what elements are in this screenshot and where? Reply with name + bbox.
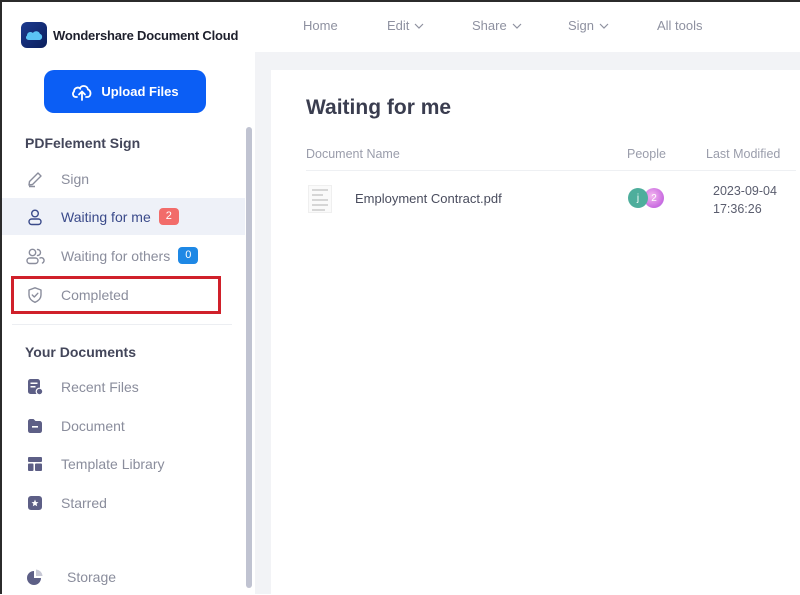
- sidebar: Wondershare Document Cloud Upload Files …: [0, 0, 255, 594]
- cloud-logo-icon: [21, 22, 47, 48]
- nav-all-tools[interactable]: All tools: [657, 18, 703, 33]
- nav-sign[interactable]: Sign: [568, 18, 609, 33]
- sidebar-item-sign[interactable]: Sign: [0, 160, 245, 197]
- documents-section-title: Your Documents: [25, 344, 136, 360]
- sidebar-item-label: Starred: [61, 494, 107, 511]
- brand-name: Wondershare Document Cloud: [53, 27, 239, 43]
- folder-icon: [25, 416, 45, 436]
- brand[interactable]: Wondershare Document Cloud: [21, 22, 238, 48]
- column-header-document-name[interactable]: Document Name: [306, 147, 400, 161]
- recent-file-icon: [25, 377, 45, 397]
- sidebar-item-waiting-for-others[interactable]: Waiting for others 0: [0, 237, 245, 274]
- column-header-last-modified[interactable]: Last Modified: [706, 147, 780, 161]
- sidebar-item-recent-files[interactable]: Recent Files: [0, 368, 245, 405]
- shield-check-icon: [25, 285, 45, 305]
- sidebar-item-label: Completed: [61, 286, 129, 303]
- document-name[interactable]: Employment Contract.pdf: [355, 191, 502, 206]
- upload-files-label: Upload Files: [101, 84, 179, 99]
- header-divider: [306, 170, 796, 171]
- sidebar-item-label: Storage: [67, 568, 117, 585]
- sidebar-item-label: Waiting for others: [61, 247, 171, 264]
- sidebar-item-document[interactable]: Document: [0, 407, 245, 444]
- last-modified: 2023-09-04 17:36:26: [713, 182, 777, 218]
- users-icon: [25, 246, 45, 266]
- chevron-down-icon: [414, 23, 424, 29]
- nav-edit[interactable]: Edit: [387, 18, 424, 33]
- chevron-down-icon: [599, 23, 609, 29]
- sign-section-title: PDFelement Sign: [25, 135, 141, 151]
- sidebar-item-completed[interactable]: Completed: [0, 276, 245, 313]
- sidebar-item-template-library[interactable]: Template Library: [0, 445, 245, 482]
- sidebar-item-label: Template Library: [61, 455, 165, 472]
- star-icon: [25, 493, 45, 513]
- divider: [12, 324, 232, 325]
- chevron-down-icon: [512, 23, 522, 29]
- sidebar-item-waiting-for-me[interactable]: Waiting for me 2: [0, 198, 245, 235]
- sidebar-item-label: Document: [61, 417, 125, 434]
- nav-share[interactable]: Share: [472, 18, 522, 33]
- page-title: Waiting for me: [306, 96, 452, 119]
- modified-date: 2023-09-04: [713, 184, 777, 198]
- template-icon: [25, 454, 45, 474]
- pen-icon: [25, 169, 45, 189]
- sidebar-item-starred[interactable]: Starred: [0, 484, 245, 521]
- cloud-upload-icon: [72, 84, 92, 101]
- count-badge: 0: [178, 247, 199, 264]
- upload-files-button[interactable]: Upload Files: [44, 70, 206, 113]
- modified-time: 17:36:26: [713, 202, 762, 216]
- sidebar-item-label: Waiting for me: [61, 208, 151, 225]
- sidebar-item-storage[interactable]: Storage: [0, 558, 245, 595]
- top-navigation: Home Edit Share Sign All tools: [255, 0, 800, 52]
- column-header-people: People: [627, 147, 666, 161]
- sidebar-item-label: Recent Files: [61, 378, 139, 395]
- sidebar-scrollbar[interactable]: [246, 127, 252, 588]
- pdf-thumbnail-icon: [308, 185, 332, 213]
- nav-home[interactable]: Home: [303, 18, 338, 33]
- sidebar-item-label: Sign: [61, 170, 90, 187]
- pie-chart-icon: [25, 567, 45, 587]
- user-icon: [25, 207, 45, 227]
- count-badge: 2: [158, 208, 179, 225]
- avatar: j: [628, 188, 648, 208]
